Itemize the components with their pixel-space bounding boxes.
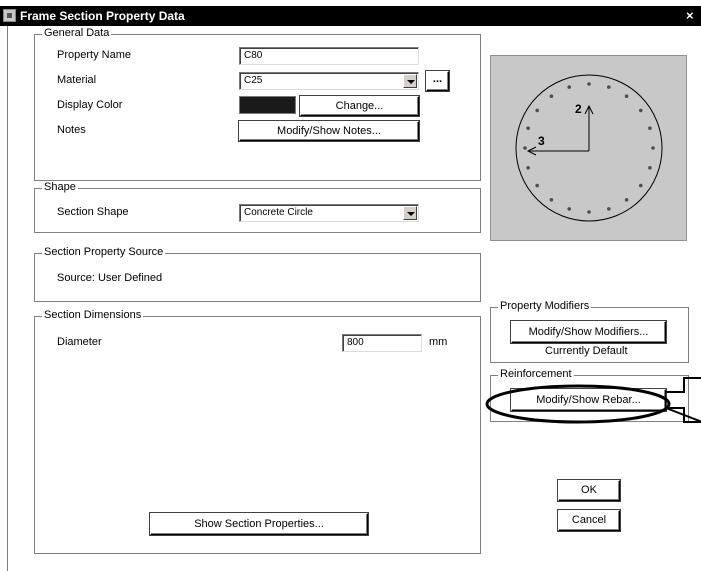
cancel-button[interactable]: Cancel (558, 510, 620, 531)
material-label: Material (57, 74, 97, 86)
highlight-ellipse (485, 384, 671, 424)
shape-group: Shape Section Shape Concrete Circle (34, 181, 481, 233)
section-shape-select[interactable]: Concrete Circle (239, 204, 419, 222)
rebar-dot (624, 94, 629, 98)
diameter-input[interactable]: 800 (342, 334, 422, 352)
close-icon[interactable]: × (686, 8, 694, 23)
rebar-dot (526, 126, 530, 130)
rebar-dot (526, 166, 530, 170)
property-modifiers-group: Property Modifiers Modify/Show Modifiers… (490, 300, 689, 363)
diameter-unit: mm (429, 336, 448, 348)
rebar-dot (648, 166, 652, 170)
rebar-dot (607, 207, 611, 211)
reinforcement-legend: Reinforcement (498, 368, 574, 380)
source-group: Section Property Source Source: User Def… (34, 246, 481, 302)
rebar-dot (567, 85, 571, 89)
shape-legend: Shape (42, 181, 78, 193)
chevron-down-icon[interactable] (403, 74, 417, 88)
rebar-dot (587, 82, 591, 86)
rebar-dot (549, 94, 554, 98)
property-modifiers-legend: Property Modifiers (498, 300, 592, 312)
rebar-dot (535, 108, 539, 113)
show-section-properties-button[interactable]: Show Section Properties... (150, 513, 368, 535)
modifiers-status: Currently Default (545, 345, 628, 357)
title-bar[interactable]: Frame Section Property Data × (0, 6, 701, 26)
rebar-dot (639, 183, 643, 188)
axis-3-label: 3 (538, 134, 545, 148)
rebar-dot (651, 146, 655, 150)
section-shape-value: Concrete Circle (244, 207, 313, 218)
window-title: Frame Section Property Data (20, 9, 185, 23)
dialog-body: General Data Property Name C80 Material … (7, 26, 701, 571)
right-arrow-annotation-icon (665, 377, 701, 423)
modify-show-modifiers-button[interactable]: Modify/Show Modifiers... (511, 321, 666, 343)
display-color-label: Display Color (57, 99, 123, 111)
property-name-label: Property Name (57, 49, 131, 61)
source-text: Source: User Defined (57, 272, 163, 284)
section-dimensions-group: Section Dimensions Diameter 800 mm Show … (34, 309, 481, 554)
source-legend: Section Property Source (42, 246, 166, 258)
rebar-dot (607, 85, 611, 89)
diameter-label: Diameter (57, 336, 102, 348)
notes-button[interactable]: Modify/Show Notes... (239, 121, 419, 141)
chevron-down-icon[interactable] (403, 206, 417, 220)
rebar-dot (567, 207, 571, 211)
rebar-dot (549, 198, 554, 202)
app-icon (3, 9, 16, 22)
material-value: C25 (244, 75, 263, 86)
display-color-swatch[interactable] (239, 96, 296, 114)
material-more-button[interactable]: ... (426, 71, 449, 91)
section-preview-drawing: 2 3 (515, 74, 663, 222)
general-data-group: General Data Property Name C80 Material … (34, 27, 481, 181)
property-name-input[interactable]: C80 (239, 47, 419, 65)
change-color-button[interactable]: Change... (300, 96, 419, 116)
material-select[interactable]: C25 (239, 72, 419, 90)
ok-button[interactable]: OK (558, 480, 620, 501)
general-data-legend: General Data (42, 27, 112, 39)
rebar-dot (523, 146, 527, 150)
rebar-dot (648, 126, 652, 130)
axis-2-label: 2 (575, 102, 582, 116)
rebar-dot (624, 198, 629, 202)
section-preview: 2 3 (490, 55, 687, 241)
rebar-dot (639, 108, 643, 113)
rebar-dot (587, 210, 591, 214)
section-shape-label: Section Shape (57, 206, 129, 218)
rebar-dot (535, 183, 539, 188)
notes-label: Notes (57, 124, 86, 136)
section-dimensions-legend: Section Dimensions (42, 309, 144, 321)
